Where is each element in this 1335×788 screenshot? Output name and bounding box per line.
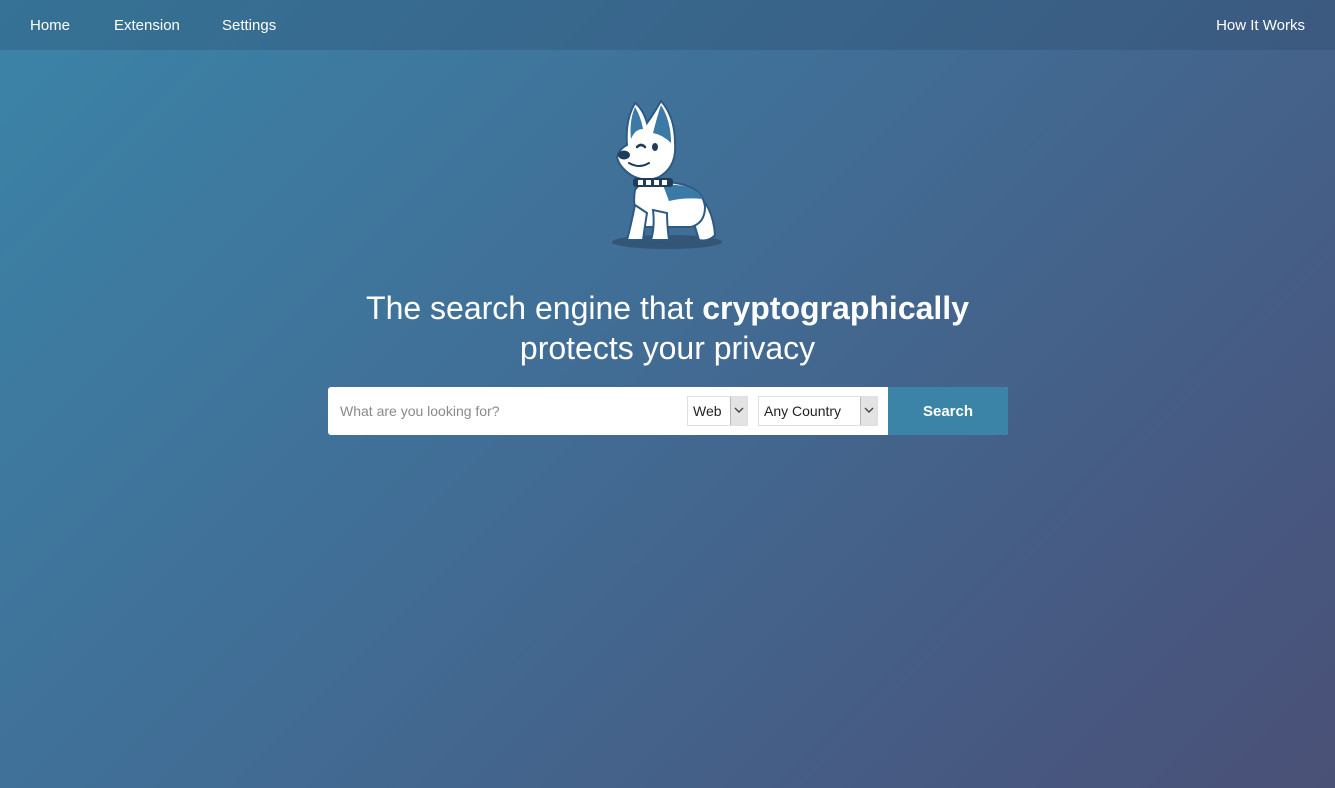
- headline-line-2: protects your privacy: [519, 330, 816, 366]
- headline-text: The search engine that: [366, 290, 703, 326]
- husky-dog-icon: [612, 99, 722, 249]
- country-value: Any Country: [764, 403, 842, 419]
- hero-headline: The search engine that cryptographically…: [0, 288, 1335, 368]
- nav-how-it-works-link[interactable]: How It Works: [1216, 17, 1305, 34]
- chevron-down-icon[interactable]: [860, 397, 877, 425]
- husky-mascot-logo: [605, 95, 730, 255]
- search-type-value: Web: [693, 403, 722, 419]
- nav-home-link[interactable]: Home: [30, 17, 70, 34]
- search-button[interactable]: Search: [888, 387, 1008, 435]
- chevron-down-icon[interactable]: [730, 397, 747, 425]
- search-type-select[interactable]: Web: [687, 396, 748, 426]
- search-input[interactable]: [328, 387, 678, 435]
- country-select[interactable]: Any Country: [758, 396, 878, 426]
- headline-line-1: The search engine that cryptographically: [0, 288, 1335, 328]
- top-navigation-bar: Home Extension Settings How It Works: [0, 0, 1335, 50]
- search-bar: Web Any Country Search: [328, 387, 1008, 435]
- nav-extension-link[interactable]: Extension: [114, 17, 180, 34]
- nav-settings-link[interactable]: Settings: [222, 17, 276, 34]
- headline-bold-word: cryptographically: [702, 290, 969, 326]
